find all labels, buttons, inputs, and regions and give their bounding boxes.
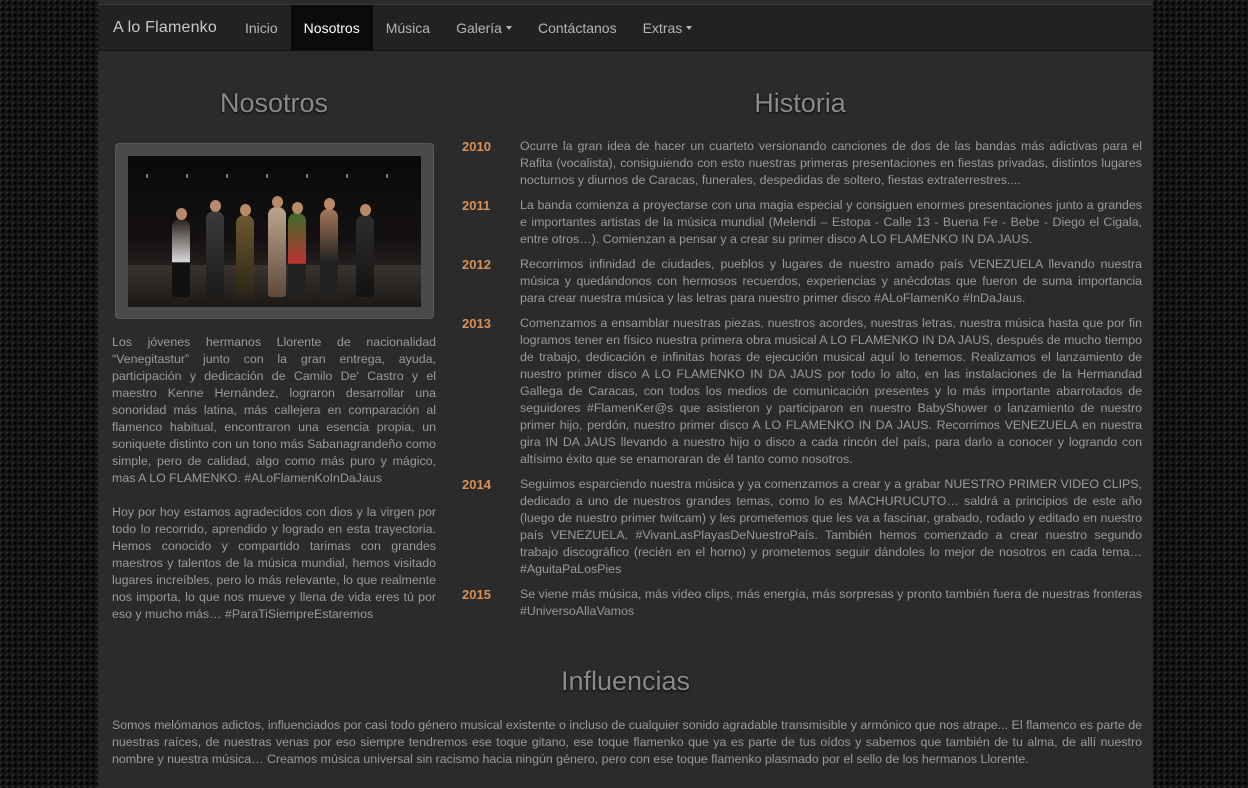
nosotros-paragraph-1: Los jóvenes hermanos Llorente de naciona… — [112, 335, 436, 485]
timeline-year: 2013 — [462, 316, 491, 331]
nav-item-inicio[interactable]: Inicio — [232, 5, 291, 50]
timeline-year: 2012 — [462, 257, 491, 272]
timeline-text: Seguimos esparciendo nuestra música y ya… — [520, 477, 1142, 576]
timeline-text: Comenzamos a ensamblar nuestras piezas, … — [520, 316, 1142, 466]
nav-item-nosotros[interactable]: Nosotros — [290, 5, 373, 50]
band-photo-frame — [115, 143, 434, 319]
timeline-entry: 2015 Se viene más música, más video clip… — [462, 586, 1142, 620]
influencias-text: Somos melómanos adictos, influenciados p… — [112, 718, 1142, 766]
historia-timeline: 2010 Ocurre la gran idea de hacer un cua… — [462, 138, 1142, 628]
band-photo — [128, 156, 421, 307]
timeline-entry: 2014 Seguimos esparciendo nuestra música… — [462, 476, 1142, 578]
page-container: A lo Flamenko Inicio Nosotros Música Gal… — [98, 0, 1153, 788]
nav-item-musica[interactable]: Música — [373, 5, 443, 50]
nav-item-extras-label: Extras — [642, 19, 683, 36]
timeline-entry: 2011 La banda comienza a proyectarse con… — [462, 197, 1142, 248]
timeline-entry: 2012 Recorrimos infinidad de ciudades, p… — [462, 256, 1142, 307]
timeline-text: Ocurre la gran idea de hacer un cuarteto… — [520, 139, 1142, 187]
brand-link[interactable]: A lo Flamenko — [98, 5, 232, 50]
timeline-entry: 2013 Comenzamos a ensamblar nuestras pie… — [462, 315, 1142, 468]
nav-item-contactanos[interactable]: Contáctanos — [525, 5, 630, 50]
timeline-year: 2011 — [462, 198, 491, 213]
top-navbar: A lo Flamenko Inicio Nosotros Música Gal… — [98, 4, 1153, 51]
timeline-text: La banda comienza a proyectarse con una … — [520, 198, 1142, 246]
nav-item-extras[interactable]: Extras — [630, 5, 706, 50]
timeline-text: Recorrimos infinidad de ciudades, pueblo… — [520, 257, 1142, 305]
timeline-year: 2014 — [462, 477, 491, 492]
nosotros-title: Nosotros — [219, 88, 329, 118]
timeline-text: Se viene más música, más video clips, má… — [520, 587, 1142, 618]
caret-down-icon — [686, 25, 693, 30]
influencias-title: Influencias — [560, 666, 691, 696]
caret-down-icon — [505, 25, 512, 30]
nav-item-galeria-label: Galería — [456, 19, 502, 36]
nav-item-galeria[interactable]: Galería — [443, 5, 525, 50]
nosotros-paragraph-2: Hoy por hoy estamos agradecidos con dios… — [112, 505, 436, 621]
nosotros-text: Los jóvenes hermanos Llorente de naciona… — [112, 334, 436, 640]
timeline-year: 2010 — [462, 139, 491, 154]
timeline-entry: 2010 Ocurre la gran idea de hacer un cua… — [462, 138, 1142, 189]
timeline-year: 2015 — [462, 587, 491, 602]
historia-title: Historia — [754, 88, 846, 118]
